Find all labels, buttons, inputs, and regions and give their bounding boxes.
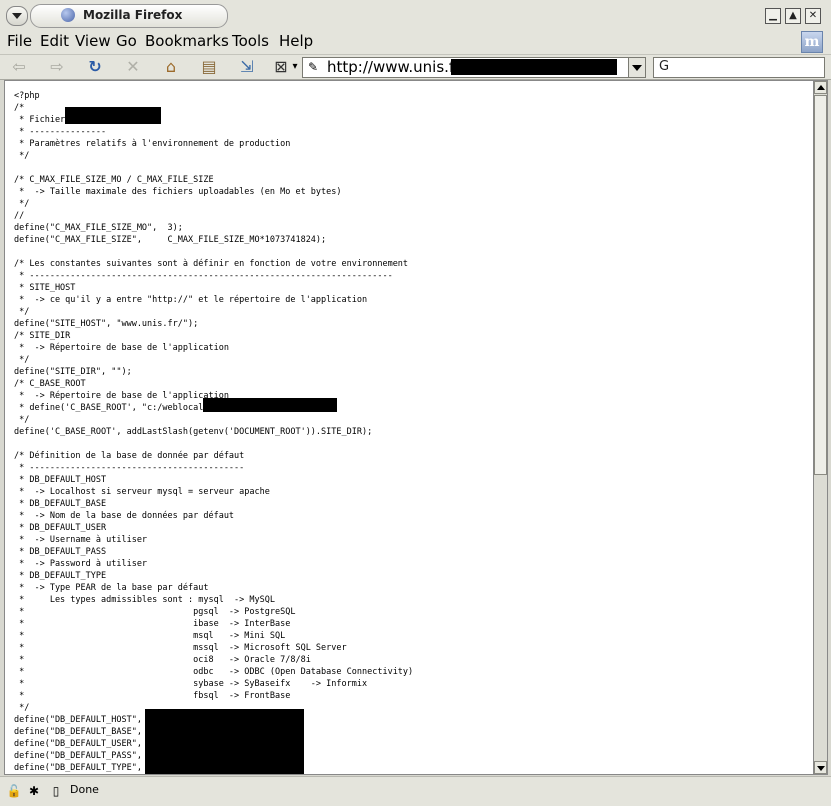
- url-redaction: [451, 59, 617, 75]
- search-box[interactable]: G: [653, 57, 825, 78]
- scroll-down-button[interactable]: [814, 761, 827, 774]
- close-button[interactable]: ✕: [805, 8, 821, 24]
- url-text: http://www.unis.fr/: [327, 58, 466, 76]
- title-bar: Mozilla Firefox ▁ ▲ ✕: [0, 0, 831, 31]
- menu-edit[interactable]: Edit: [40, 32, 69, 50]
- back-arrow-icon[interactable]: ⇦: [8, 57, 30, 77]
- window-menu-button[interactable]: [6, 6, 28, 26]
- page-icon: ▯: [52, 784, 60, 798]
- url-dropdown-button[interactable]: [628, 58, 645, 77]
- redaction-block: [203, 398, 337, 412]
- status-bar: 🔓 ✱ ▯ Done: [0, 776, 831, 806]
- page-proxy-icon: ✎: [307, 60, 319, 74]
- menu-bookmarks[interactable]: Bookmarks: [145, 32, 229, 50]
- forward-arrow-icon[interactable]: ⇨: [46, 57, 68, 77]
- vertical-scrollbar[interactable]: [813, 80, 828, 775]
- window-title-pill: Mozilla Firefox: [30, 4, 228, 28]
- security-lock-icon[interactable]: 🔓: [6, 783, 22, 799]
- window-title: Mozilla Firefox: [83, 8, 183, 22]
- menu-help[interactable]: Help: [279, 32, 313, 50]
- php-source-code: <?php /* * Fichier * --------------- * P…: [14, 91, 414, 773]
- navigation-toolbar: ⇦ ⇨ ↻ ✕ ⌂ ▤ ⇲ ⊠ ▾ ✎ http://www.unis.fr/ …: [0, 55, 831, 80]
- menu-file[interactable]: File: [7, 32, 32, 50]
- stop-icon[interactable]: ✕: [122, 57, 144, 77]
- scroll-thumb[interactable]: [814, 95, 827, 475]
- page-content: <?php /* * Fichier * --------------- * P…: [4, 80, 814, 775]
- menu-tools[interactable]: Tools: [232, 32, 269, 50]
- menu-bar: File Edit View Go Bookmarks Tools Help m: [0, 30, 831, 55]
- status-text: Done: [70, 783, 99, 796]
- minimize-button[interactable]: ▁: [765, 8, 781, 24]
- url-bar[interactable]: ✎ http://www.unis.fr/: [302, 57, 646, 78]
- menu-view[interactable]: View: [75, 32, 111, 50]
- redaction-block: [65, 107, 161, 124]
- print-icon[interactable]: ▤: [198, 57, 220, 77]
- scroll-up-button[interactable]: [814, 81, 827, 94]
- activity-bug-icon: ✱: [28, 784, 40, 798]
- search-engine-icon[interactable]: G: [654, 57, 674, 77]
- firefox-globe-icon: [61, 8, 75, 22]
- mozilla-logo-icon: m: [801, 31, 823, 53]
- menu-go[interactable]: Go: [116, 32, 137, 50]
- home-icon[interactable]: ⌂: [160, 57, 182, 77]
- maximize-button[interactable]: ▲: [785, 8, 801, 24]
- reload-icon[interactable]: ↻: [84, 57, 106, 77]
- new-tab-icon[interactable]: ⇲: [236, 57, 258, 77]
- redaction-block: [145, 709, 304, 774]
